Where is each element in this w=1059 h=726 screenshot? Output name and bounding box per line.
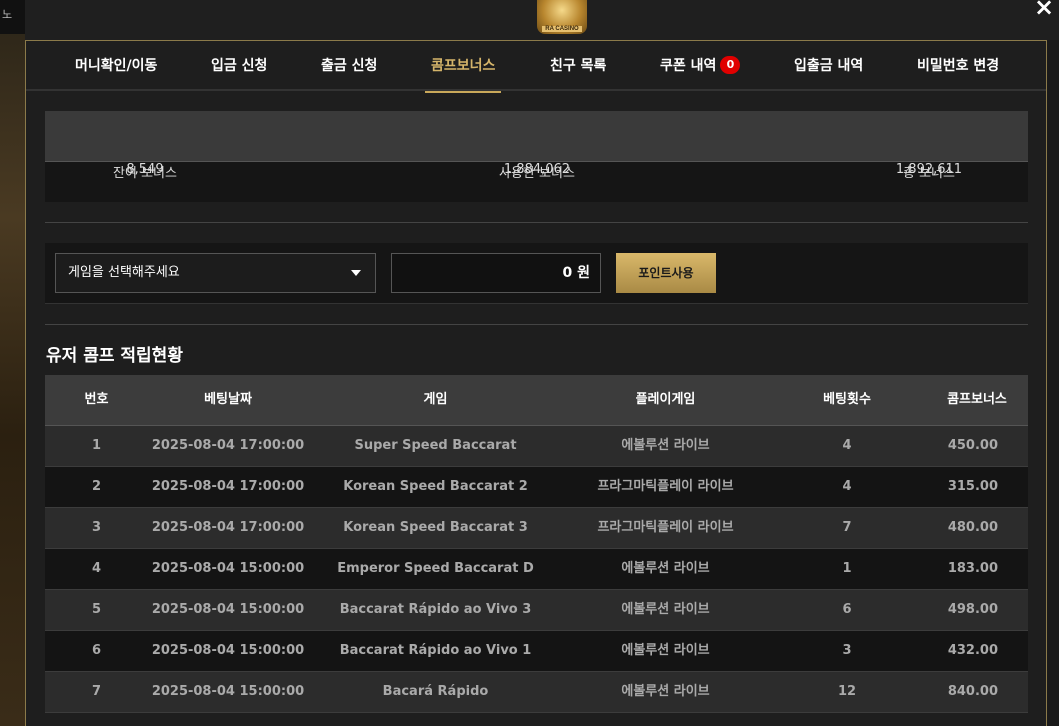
table-row: 6 2025-08-04 15:00:00 Baccarat Rápido ao V… — [45, 631, 1028, 672]
column-header: 게임 — [423, 392, 448, 407]
table-row: 4 2025-08-04 15:00:00 Emperor Speed Baccar… — [45, 549, 1028, 590]
table-cell: 7 — [91, 684, 102, 699]
table-cell: 프라그마틱플레이 라이브 — [597, 520, 734, 535]
table-cell: 에볼루션 라이브 — [621, 684, 710, 699]
column-header: 플레이게임 — [635, 392, 696, 407]
table-cell: 840.00 — [947, 684, 998, 699]
game-select[interactable]: 게임을 선택해주세요 — [55, 253, 376, 293]
table-row: 7 2025-08-04 15:00:00 Bacará Rápido 에볼루션 라이… — [45, 672, 1028, 713]
game-select-text: 게임을 선택해주세요 — [68, 265, 180, 280]
tab-money-check[interactable]: 머니확인/이동 — [75, 41, 157, 91]
tab-label: 머니확인/이동 — [75, 58, 158, 74]
tab-withdraw[interactable]: 출금 신청 — [321, 41, 377, 91]
table-cell: Super Speed Baccarat — [354, 438, 517, 453]
column-header: 콤프보너스 — [947, 392, 1007, 407]
comp-history-table: 번호 베팅날짜 게임 플레이게임 베팅횟수 콤프보너스 1 2025-08-04 … — [45, 375, 1028, 713]
table-cell: 에볼루션 라이브 — [621, 602, 710, 617]
table-cell: 498.00 — [947, 602, 998, 617]
table-cell: Bacará Rápido — [382, 684, 489, 699]
table-cell: 2025-08-04 15:00:00 — [151, 602, 305, 617]
column-header: 베팅횟수 — [823, 392, 871, 407]
caret-down-icon — [351, 270, 361, 276]
tab-label: 콤프보너스 — [431, 58, 496, 74]
summary-value-total: 1,892,611 — [895, 162, 963, 177]
table-cell: 에볼루션 라이브 — [621, 438, 710, 453]
table-cell: 4 — [91, 561, 102, 576]
summary-value-remaining: 8,549 — [126, 162, 164, 177]
tab-bar: 머니확인/이동 입금 신청 출금 신청 콤프보너스 친구 목록 쿠폰 내역 0 입… — [26, 41, 1046, 93]
tab-label: 입금 신청 — [211, 58, 268, 74]
tab-comp-bonus[interactable]: 콤프보너스 — [424, 41, 502, 93]
tab-friends[interactable]: 친구 목록 — [550, 41, 606, 91]
background-left: 노 — [0, 0, 25, 726]
tab-label: 쿠폰 내역 — [660, 58, 717, 74]
close-icon[interactable]: × — [1033, 0, 1055, 22]
table-cell: 12 — [837, 684, 857, 699]
bonus-summary: 잔여 보너스 사용한 보너스 총 보너스 8,549 1,884,062 1,8… — [45, 111, 1028, 202]
table-cell: Korean Speed Baccarat 3 — [343, 520, 528, 535]
table-cell: Baccarat Rápido ao Vivo 3 — [339, 602, 532, 617]
table-cell: 4 — [842, 479, 852, 494]
table-cell: 2025-08-04 17:00:00 — [151, 520, 305, 535]
table-cell: 3 — [91, 520, 102, 535]
casino-logo: RA CASINO — [537, 0, 587, 34]
table-row: 2 2025-08-04 17:00:00 Korean Speed Baccara… — [45, 467, 1028, 508]
use-points-button[interactable]: 포인트사용 — [616, 253, 716, 293]
column-header: 번호 — [84, 392, 109, 407]
table-cell: 2025-08-04 15:00:00 — [151, 684, 305, 699]
table-cell: 6 — [842, 602, 852, 617]
summary-header — [45, 111, 1028, 162]
table-cell: 183.00 — [947, 561, 998, 576]
modal: 머니확인/이동 입금 신청 출금 신청 콤프보너스 친구 목록 쿠폰 내역 0 입… — [25, 40, 1047, 726]
point-use-panel: 게임을 선택해주세요 0 원 포인트사용 — [45, 243, 1028, 304]
table-cell: 2025-08-04 15:00:00 — [151, 643, 305, 658]
point-amount-input[interactable]: 0 원 — [391, 253, 601, 293]
table-cell: 2025-08-04 15:00:00 — [151, 561, 305, 576]
table-cell: 에볼루션 라이브 — [621, 561, 710, 576]
coupon-count-badge: 0 — [720, 56, 741, 74]
divider — [45, 222, 1028, 223]
tab-change-password[interactable]: 비밀번호 변경 — [917, 41, 999, 91]
table-cell: 프라그마틱플레이 라이브 — [597, 479, 734, 494]
table-cell: Baccarat Rápido ao Vivo 1 — [339, 643, 532, 658]
tab-label: 비밀번호 변경 — [917, 58, 1000, 74]
table-cell: 450.00 — [947, 438, 998, 453]
divider — [45, 324, 1028, 325]
table-cell: 5 — [91, 602, 102, 617]
column-header: 베팅날짜 — [204, 392, 252, 407]
logo-text: RA CASINO — [542, 26, 582, 32]
tab-deposit[interactable]: 입금 신청 — [211, 41, 267, 91]
tab-coupons[interactable]: 쿠폰 내역 0 — [660, 41, 741, 91]
table-cell: Korean Speed Baccarat 2 — [343, 479, 528, 494]
tab-label: 출금 신청 — [321, 58, 378, 74]
table-cell: 6 — [91, 643, 102, 658]
table-header: 번호 베팅날짜 게임 플레이게임 베팅횟수 콤프보너스 — [45, 375, 1028, 426]
top-bar: RA CASINO × — [25, 0, 1059, 40]
table-row: 1 2025-08-04 17:00:00 Super Speed Baccarat… — [45, 426, 1028, 467]
section-title: 유저 콤프 적립현황 — [46, 346, 183, 366]
table-cell: 에볼루션 라이브 — [621, 643, 710, 658]
table-cell: 2025-08-04 17:00:00 — [151, 438, 305, 453]
tab-transaction-history[interactable]: 입출금 내역 — [794, 41, 863, 91]
table-cell: 315.00 — [947, 479, 998, 494]
table-cell: 1 — [91, 438, 102, 453]
table-row: 3 2025-08-04 17:00:00 Korean Speed Baccara… — [45, 508, 1028, 549]
tab-label: 친구 목록 — [550, 58, 607, 74]
tab-label: 입출금 내역 — [794, 58, 864, 74]
table-cell: 2 — [91, 479, 102, 494]
table-cell: 432.00 — [947, 643, 998, 658]
table-cell: 4 — [842, 438, 852, 453]
summary-value-used: 1,884,062 — [503, 162, 571, 177]
table-cell: 7 — [842, 520, 852, 535]
side-tag: 노 — [0, 0, 25, 34]
table-cell: 2025-08-04 17:00:00 — [151, 479, 305, 494]
table-cell: 480.00 — [947, 520, 998, 535]
table-cell: 1 — [842, 561, 852, 576]
table-cell: 3 — [842, 643, 852, 658]
table-body: 1 2025-08-04 17:00:00 Super Speed Baccarat… — [45, 426, 1028, 713]
table-cell: Emperor Speed Baccarat D — [337, 561, 534, 576]
table-row: 5 2025-08-04 15:00:00 Baccarat Rápido ao V… — [45, 590, 1028, 631]
